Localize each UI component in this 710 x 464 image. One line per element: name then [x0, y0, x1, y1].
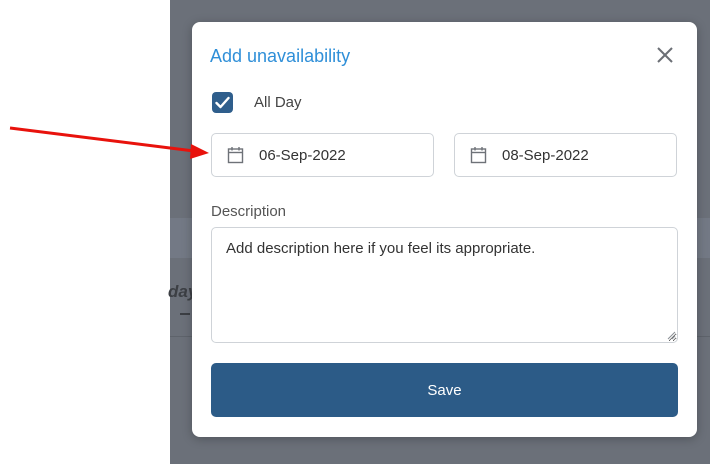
- annotation-arrow: [9, 126, 209, 159]
- description-textarea[interactable]: Add description here if you feel its app…: [211, 227, 678, 343]
- start-date-value: 06-Sep-2022: [259, 147, 346, 164]
- save-button[interactable]: Save: [211, 363, 678, 417]
- calendar-icon: [470, 147, 487, 164]
- all-day-label: All Day: [254, 94, 302, 111]
- close-icon[interactable]: [652, 42, 678, 68]
- resize-grip-icon[interactable]: [667, 331, 676, 340]
- add-unavailability-modal: Add unavailability All Day 06-Sep-2022 0…: [192, 22, 697, 437]
- start-date-field[interactable]: 06-Sep-2022: [211, 133, 434, 177]
- end-date-field[interactable]: 08-Sep-2022: [454, 133, 677, 177]
- end-date-value: 08-Sep-2022: [502, 147, 589, 164]
- modal-title: Add unavailability: [210, 46, 351, 66]
- background-dash: [180, 313, 190, 315]
- description-label: Description: [211, 203, 287, 220]
